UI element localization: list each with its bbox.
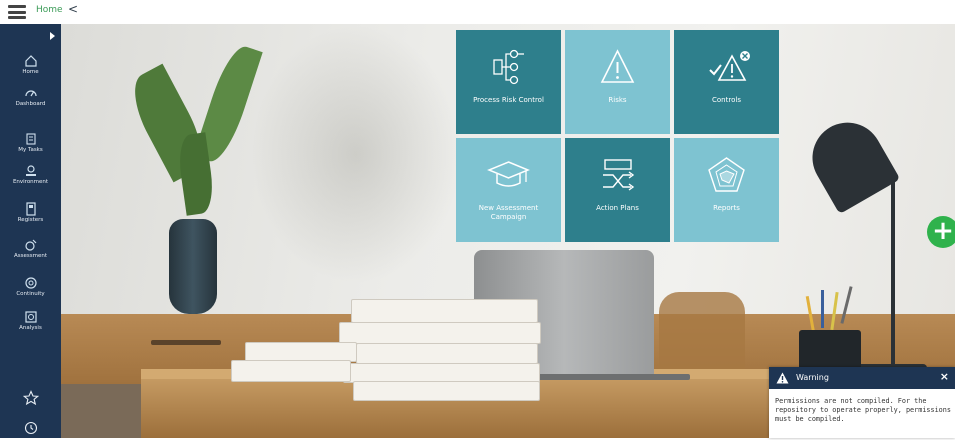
sidebar-item-assessment[interactable]: Assessment: [0, 238, 61, 278]
sidebar-item-label: Registers: [17, 217, 44, 223]
sidebar-expand-icon[interactable]: [50, 32, 55, 40]
controls-icon: [709, 51, 750, 81]
favorites-button[interactable]: [0, 390, 61, 410]
tile-label: Process Risk Control: [473, 96, 544, 104]
warning-triangle-icon: [600, 49, 635, 83]
process-flow-icon: [493, 49, 524, 85]
pencil: [821, 290, 824, 328]
sidebar-item-label: Analysis: [19, 325, 42, 331]
breadcrumb-home[interactable]: Home: [36, 5, 63, 15]
tile-label: Risks: [608, 96, 627, 104]
lamp-stand: [891, 174, 895, 364]
hamburger-menu-icon[interactable]: [8, 5, 26, 19]
close-icon[interactable]: ×: [940, 370, 949, 383]
top-bar: Home <: [0, 0, 955, 25]
sidebar-item-registers[interactable]: Registers: [0, 202, 61, 242]
sidebar-item-label: Environment: [12, 179, 49, 185]
graduation-cap-icon: [487, 161, 530, 187]
sidebar-item-environment[interactable]: Environment: [0, 164, 61, 204]
warning-triangle-icon: [776, 372, 789, 384]
warning-title: Warning: [796, 373, 829, 382]
radar-chart-icon: [708, 157, 745, 192]
sidebar-item-label: Home: [22, 69, 39, 75]
star-icon: [22, 390, 39, 406]
sidebar-item-label: Continuity: [16, 291, 45, 297]
warning-header: Warning ×: [769, 367, 955, 389]
tile-action-plans[interactable]: Action Plans: [565, 138, 670, 242]
floor: [61, 384, 141, 438]
book: [353, 381, 540, 401]
book: [356, 343, 538, 364]
home-icon: [24, 55, 37, 67]
history-button[interactable]: [0, 420, 61, 440]
plant-shadow: [251, 24, 461, 284]
book: [351, 299, 538, 323]
gauge-icon: [24, 90, 37, 97]
tasks-icon: [25, 133, 36, 145]
sidebar-item-label: My Tasks: [18, 147, 43, 153]
back-arrow-icon[interactable]: <: [68, 2, 78, 16]
registers-icon: [25, 202, 36, 216]
sidebar-item-analysis[interactable]: Analysis: [0, 310, 61, 350]
tile-controls[interactable]: Controls: [674, 30, 779, 134]
book: [245, 342, 357, 362]
environment-icon: [25, 165, 36, 176]
history-icon: [24, 421, 37, 435]
tile-process-risk-control[interactable]: Process Risk Control: [456, 30, 561, 134]
tile-label: Reports: [713, 204, 740, 212]
vase: [169, 219, 217, 314]
book: [343, 363, 540, 383]
tile-reports[interactable]: Reports: [674, 138, 779, 242]
tile-label: Controls: [712, 96, 741, 104]
continuity-icon: [24, 277, 37, 289]
tile-label: New Assessment Campaign: [478, 204, 539, 221]
sidebar-item-label: Dashboard: [15, 101, 46, 107]
sideboard-handle: [151, 340, 221, 345]
tile-risks[interactable]: Risks: [565, 30, 670, 134]
warning-message: Permissions are not compiled. For the re…: [775, 397, 951, 423]
sidebar-item-label: Assessment: [14, 253, 47, 259]
sidebar-item-dashboard[interactable]: Dashboard: [0, 86, 61, 126]
analysis-icon: [24, 311, 37, 323]
tile-label: Action Plans: [596, 204, 639, 212]
module-tiles: Process Risk Control Risks Controls New …: [456, 30, 780, 244]
tile-new-assessment-campaign[interactable]: New Assessment Campaign: [456, 138, 561, 242]
assessment-icon: [24, 239, 36, 251]
book: [231, 360, 351, 382]
book: [339, 322, 541, 344]
sidebar: Home Dashboard My Tasks Environment Regi…: [0, 24, 61, 438]
warning-toast: Warning × Permissions are not compiled. …: [769, 367, 955, 438]
shuffle-icon: [603, 159, 635, 191]
add-fab-button[interactable]: +: [927, 216, 955, 248]
